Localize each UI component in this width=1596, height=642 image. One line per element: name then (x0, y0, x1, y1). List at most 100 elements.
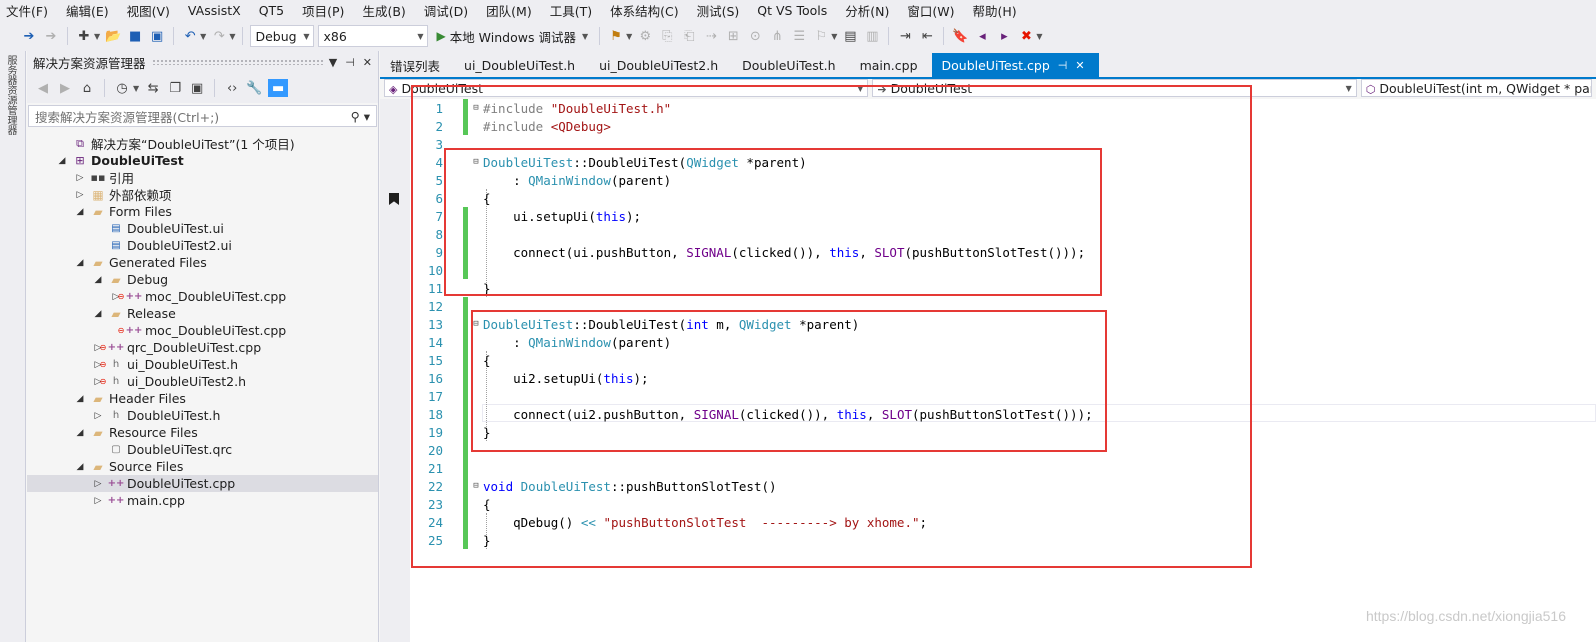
collapsed-icon[interactable]: ▷ (93, 479, 103, 489)
tree-item[interactable]: ▷ ▦ 外部依赖项 (27, 186, 378, 204)
chevron-down-icon[interactable]: ▼ (1036, 32, 1042, 41)
expanded-icon[interactable]: ◢ (93, 275, 103, 285)
menu-item[interactable]: 编辑(E) (57, 1, 118, 20)
save-all-icon[interactable]: ▣ (148, 27, 166, 45)
expanded-icon[interactable]: ◢ (75, 428, 85, 438)
tree-item[interactable]: ▷ ++ main.cpp (27, 492, 378, 509)
configuration-select[interactable]: Debug ▼ (250, 25, 315, 47)
step-into-icon[interactable]: ⚙ (636, 27, 654, 45)
tree-item[interactable]: ▷ ⊖ h ui_DoubleUiTest.h (27, 356, 378, 373)
panel-menu-icon[interactable]: ▼ (329, 56, 337, 69)
tree-item[interactable]: ▷ ⊖ ++ moc_DoubleUiTest.cpp (27, 288, 378, 305)
sync-icon[interactable]: ⇆ (145, 79, 161, 97)
menu-item[interactable]: 团队(M) (477, 1, 541, 20)
menu-item[interactable]: QT5 (250, 3, 293, 18)
back-icon[interactable]: ◀ (35, 79, 51, 97)
bookmark-icon[interactable] (389, 193, 399, 205)
tree-item[interactable]: ⧉ 解决方案“DoubleUiTest”(1 个项目) (27, 135, 378, 153)
find-in-files-icon[interactable]: ⚑ (607, 27, 625, 45)
expanded-icon[interactable]: ◢ (75, 207, 85, 217)
open-file-icon[interactable]: 📂 (104, 27, 122, 45)
clear-bookmarks-icon[interactable]: ✖ (1017, 27, 1035, 45)
collapsed-icon[interactable]: ▷ (75, 173, 85, 183)
chevron-down-icon[interactable]: ▼ (94, 32, 100, 41)
chevron-down-icon[interactable]: ▼ (229, 32, 235, 41)
search-icon[interactable]: ⚲ ▾ (351, 109, 370, 124)
tree-item[interactable]: ▷ ⊖ h ui_DoubleUiTest2.h (27, 373, 378, 390)
menu-item[interactable]: 测试(S) (688, 1, 749, 20)
chevron-down-icon[interactable]: ▼ (200, 32, 206, 41)
pin-icon[interactable]: ⊣ (1058, 59, 1068, 72)
save-icon[interactable]: ■ (126, 27, 144, 45)
tab-doubleuitest-h[interactable]: DoubleUiTest.h (732, 53, 849, 77)
menu-item[interactable]: 分析(N) (836, 1, 898, 20)
chevron-down-icon[interactable]: ▼ (626, 32, 632, 41)
menu-item[interactable]: 体系结构(C) (601, 1, 687, 20)
show-all-files-icon[interactable]: ▣ (189, 79, 205, 97)
flag-icon[interactable]: ⚐ (812, 27, 830, 45)
tab--[interactable]: 错误列表 (380, 53, 454, 77)
tab-ui-doubleuitest-h[interactable]: ui_DoubleUiTest.h (454, 53, 589, 77)
close-icon[interactable]: ✕ (363, 56, 372, 69)
threads-icon[interactable]: ⋔ (768, 27, 786, 45)
chevron-down-icon[interactable]: ▼ (133, 84, 139, 93)
tree-item[interactable]: ◢ ▰ Source Files (27, 458, 378, 475)
menu-item[interactable]: 调试(D) (415, 1, 477, 20)
menu-item[interactable]: 生成(B) (353, 1, 414, 20)
menu-item[interactable]: 工具(T) (541, 1, 601, 20)
preview-icon[interactable]: ▬ (268, 79, 289, 97)
view-code-icon[interactable]: ‹› (224, 79, 240, 97)
tree-item[interactable]: ▤ DoubleUiTest2.ui (27, 237, 378, 254)
redo-icon[interactable]: ↷ (210, 27, 228, 45)
tree-item[interactable]: ▢ DoubleUiTest.qrc (27, 441, 378, 458)
home-icon[interactable]: ⌂ (79, 79, 95, 97)
menu-item[interactable]: 窗口(W) (898, 1, 963, 20)
step-out-icon[interactable]: ⎗ (680, 27, 698, 45)
properties-icon[interactable]: 🔧 (246, 79, 262, 97)
tree-item[interactable]: ◢ ▰ Release (27, 305, 378, 322)
menu-item[interactable]: 文件(F) (0, 1, 57, 20)
tree-item[interactable]: ◢ ▰ Header Files (27, 390, 378, 407)
history-icon[interactable]: ◷ (114, 79, 130, 97)
tab-doubleuitest-cpp[interactable]: DoubleUiTest.cpp ⊣ ✕ (931, 53, 1099, 77)
expanded-icon[interactable]: ◢ (75, 462, 85, 472)
comment-icon[interactable]: ▤ (841, 27, 859, 45)
collapse-all-icon[interactable]: ❐ (167, 79, 183, 97)
indent-icon[interactable]: ⇥ (896, 27, 914, 45)
bookmark-icon[interactable]: 🔖 (951, 27, 969, 45)
forward-icon[interactable]: ➔ (42, 27, 60, 45)
chevron-down-icon[interactable]: ▼ (831, 32, 837, 41)
expanded-icon[interactable]: ◢ (75, 258, 85, 268)
menu-item[interactable]: 帮助(H) (964, 1, 1026, 20)
new-project-icon[interactable]: ✚ (75, 27, 93, 45)
collapsed-icon[interactable]: ▷ (93, 411, 103, 421)
tree-item[interactable]: ⊖ ++ moc_DoubleUiTest.cpp (27, 322, 378, 339)
tab-main-cpp[interactable]: main.cpp (850, 53, 932, 77)
tree-item[interactable]: ▷ ⊖ ++ qrc_DoubleUiTest.cpp (27, 339, 378, 356)
menu-item[interactable]: 视图(V) (118, 1, 179, 20)
menu-item[interactable]: VAssistX (179, 3, 250, 18)
expanded-icon[interactable]: ◢ (93, 309, 103, 319)
menu-item[interactable]: 项目(P) (293, 1, 353, 20)
stack-frame-icon[interactable]: ☰ (790, 27, 808, 45)
menu-item[interactable]: Qt VS Tools (748, 3, 836, 18)
uncomment-icon[interactable]: ▥ (863, 27, 881, 45)
outdent-icon[interactable]: ⇤ (918, 27, 936, 45)
function-select[interactable]: ⬡DoubleUiTest(int m, QWidget * parent) (1360, 79, 1592, 97)
show-next-icon[interactable]: ⇢ (702, 27, 720, 45)
close-icon[interactable]: ✕ (1075, 59, 1084, 72)
tab-ui-doubleuitest2-h[interactable]: ui_DoubleUiTest2.h (589, 53, 732, 77)
tree-item[interactable]: ◢ ▰ Generated Files (27, 254, 378, 271)
expanded-icon[interactable]: ◢ (75, 394, 85, 404)
step-over-icon[interactable]: ⎘ (658, 27, 676, 45)
tree-item[interactable]: ◢ ▰ Resource Files (27, 424, 378, 441)
pin-icon[interactable]: ⊣ (345, 56, 355, 69)
solution-search-input[interactable]: 搜索解决方案资源管理器(Ctrl+;) ⚲ ▾ (28, 105, 377, 127)
server-explorer-tab[interactable]: 服务器资源管理器 (5, 55, 18, 135)
forward-icon[interactable]: ▶ (57, 79, 73, 97)
tree-item[interactable]: ◢ ⊞ DoubleUiTest (27, 152, 378, 169)
expanded-icon[interactable]: ◢ (57, 156, 67, 166)
collapsed-icon[interactable]: ▷ (75, 190, 85, 200)
start-debugging-button[interactable]: ▶ 本地 Windows 调试器 ▼ (432, 27, 592, 46)
platform-select[interactable]: x86 ▼ (318, 25, 429, 47)
